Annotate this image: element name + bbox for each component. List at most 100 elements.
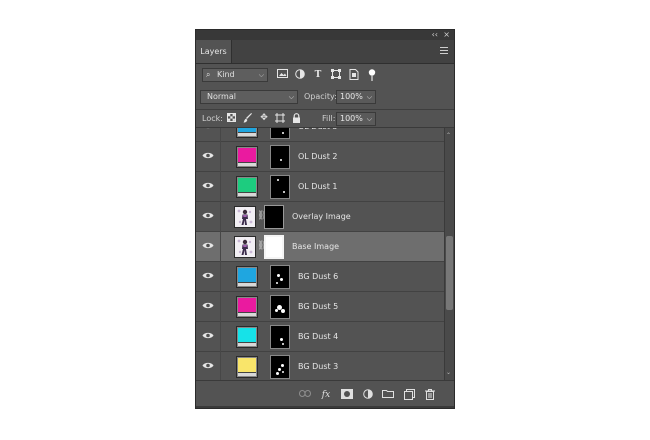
visibility-divider (220, 142, 221, 172)
close-icon[interactable]: × (443, 30, 450, 40)
chevron-up-icon[interactable]: ⌃ (446, 132, 451, 139)
search-icon: ⌕ (206, 70, 211, 79)
filter-row: ⌕ Kind ⌵ T (196, 64, 454, 86)
adjustment-layer-icon[interactable] (362, 389, 374, 401)
layer-name[interactable]: OL Dust 2 (298, 142, 337, 172)
layer-row[interactable]: OL Dust 3 (196, 128, 444, 142)
layer-name[interactable]: Overlay Image (292, 202, 351, 232)
smart-object-filter-icon[interactable] (348, 69, 360, 81)
link-layers-icon[interactable] (299, 389, 311, 401)
layer-mask-thumbnail[interactable] (264, 235, 284, 259)
fx-icon[interactable]: fx (320, 389, 332, 401)
tab-layers[interactable]: Layers (196, 40, 232, 63)
layer-name[interactable]: OL Dust 3 (298, 128, 337, 142)
blend-mode-value: Normal (207, 92, 236, 101)
visibility-divider (220, 292, 221, 322)
eye-icon[interactable] (202, 181, 214, 191)
eye-icon[interactable] (202, 331, 214, 341)
layer-thumbnail[interactable] (234, 236, 256, 258)
layer-mask-thumbnail[interactable] (270, 175, 290, 199)
kind-filter-dropdown[interactable]: ⌕ Kind ⌵ (202, 68, 268, 82)
layer-row[interactable]: OL Dust 2 (196, 142, 444, 172)
layer-name[interactable]: OL Dust 1 (298, 172, 337, 202)
panel-bottom-border (196, 406, 454, 408)
layers-panel: ‹‹ × Layers ⌕ Kind ⌵ T Normal ⌵ Opacity:… (195, 29, 455, 409)
layer-thumbnail[interactable] (236, 326, 258, 348)
chevron-down-icon: ⌵ (258, 71, 264, 79)
layer-mask-thumbnail[interactable] (270, 355, 290, 379)
lock-move-icon[interactable]: ✥ (259, 113, 269, 123)
layer-row[interactable]: ⛓ Base Image (196, 232, 444, 262)
layer-mask-thumbnail[interactable] (270, 295, 290, 319)
layer-name[interactable]: Base Image (292, 232, 339, 262)
layer-mask-thumbnail[interactable] (270, 145, 290, 169)
lock-transparent-icon[interactable] (226, 113, 236, 123)
visibility-divider (220, 352, 221, 380)
image-filter-icon[interactable] (276, 69, 288, 81)
layer-list: OL Dust 3OL Dust 2OL Dust 1⛓Overlay Imag… (196, 127, 454, 380)
layer-name[interactable]: BG Dust 5 (298, 292, 338, 322)
panel-top-strip: ‹‹ × (196, 30, 454, 40)
panel-menu-icon[interactable] (440, 47, 448, 55)
visibility-divider (220, 128, 221, 142)
layer-row[interactable]: BG Dust 5 (196, 292, 444, 322)
layer-name[interactable]: BG Dust 3 (298, 352, 338, 380)
adjustment-filter-icon[interactable] (294, 69, 306, 81)
new-group-icon[interactable] (382, 389, 394, 401)
eye-icon[interactable] (202, 211, 214, 221)
lock-all-icon[interactable] (291, 113, 301, 123)
eye-icon[interactable] (202, 271, 214, 281)
collapse-icon[interactable]: ‹‹ (432, 30, 438, 40)
eye-icon[interactable] (202, 361, 214, 371)
layer-thumbnail[interactable] (234, 206, 256, 228)
layer-mask-thumbnail[interactable] (270, 128, 290, 139)
layer-name[interactable]: BG Dust 4 (298, 322, 338, 352)
new-layer-icon[interactable] (403, 389, 415, 401)
shape-filter-icon[interactable] (330, 69, 342, 81)
type-filter-icon[interactable]: T (312, 69, 324, 81)
layer-name[interactable]: BG Dust 6 (298, 262, 338, 292)
visibility-divider (220, 262, 221, 292)
layer-row[interactable]: BG Dust 3 (196, 352, 444, 380)
layer-thumbnail[interactable] (236, 356, 258, 378)
layer-thumbnail[interactable] (236, 176, 258, 198)
layer-row[interactable]: BG Dust 4 (196, 322, 444, 352)
tab-bar: Layers (196, 40, 454, 64)
chevron-down-icon[interactable]: ⌵ (367, 91, 372, 103)
visibility-divider (220, 172, 221, 202)
add-mask-icon[interactable] (341, 389, 353, 401)
blend-mode-dropdown[interactable]: Normal ⌵ (200, 90, 298, 104)
chevron-down-icon[interactable]: ⌄ (446, 369, 451, 376)
lock-row: Lock: ✥ Fill: 100% ⌵ (196, 110, 454, 127)
fill-value: 100% (340, 114, 363, 123)
chevron-down-icon[interactable]: ⌵ (367, 113, 372, 125)
delete-icon[interactable] (424, 389, 436, 401)
kind-filter-label: Kind (217, 70, 235, 79)
eye-icon[interactable] (202, 241, 214, 251)
eye-icon[interactable] (202, 128, 214, 131)
layer-thumbnail[interactable] (236, 146, 258, 168)
fill-label: Fill: (322, 114, 336, 123)
opacity-value: 100% (340, 92, 363, 101)
layer-row[interactable]: ⛓ Overlay Image (196, 202, 444, 232)
layer-mask-thumbnail[interactable] (270, 325, 290, 349)
fill-field[interactable]: 100% ⌵ (336, 112, 376, 126)
scrollbar[interactable]: ⌃ ⌄ (444, 128, 454, 380)
layer-mask-thumbnail[interactable] (270, 265, 290, 289)
visibility-divider (220, 232, 221, 262)
scrollbar-thumb[interactable] (446, 236, 453, 310)
layer-thumbnail[interactable] (236, 128, 258, 138)
eye-icon[interactable] (202, 151, 214, 161)
layer-mask-thumbnail[interactable] (264, 205, 284, 229)
layer-row[interactable]: BG Dust 6 (196, 262, 444, 292)
opacity-field[interactable]: 100% ⌵ (336, 90, 376, 104)
lock-brush-icon[interactable] (243, 113, 253, 123)
visibility-divider (220, 202, 221, 232)
layer-row[interactable]: OL Dust 1 (196, 172, 444, 202)
lock-artboard-icon[interactable] (275, 113, 285, 123)
layer-thumbnail[interactable] (236, 266, 258, 288)
layer-thumbnail[interactable] (236, 296, 258, 318)
eye-icon[interactable] (202, 301, 214, 311)
filter-toggle-icon[interactable] (366, 69, 378, 81)
lock-label: Lock: (202, 114, 223, 123)
